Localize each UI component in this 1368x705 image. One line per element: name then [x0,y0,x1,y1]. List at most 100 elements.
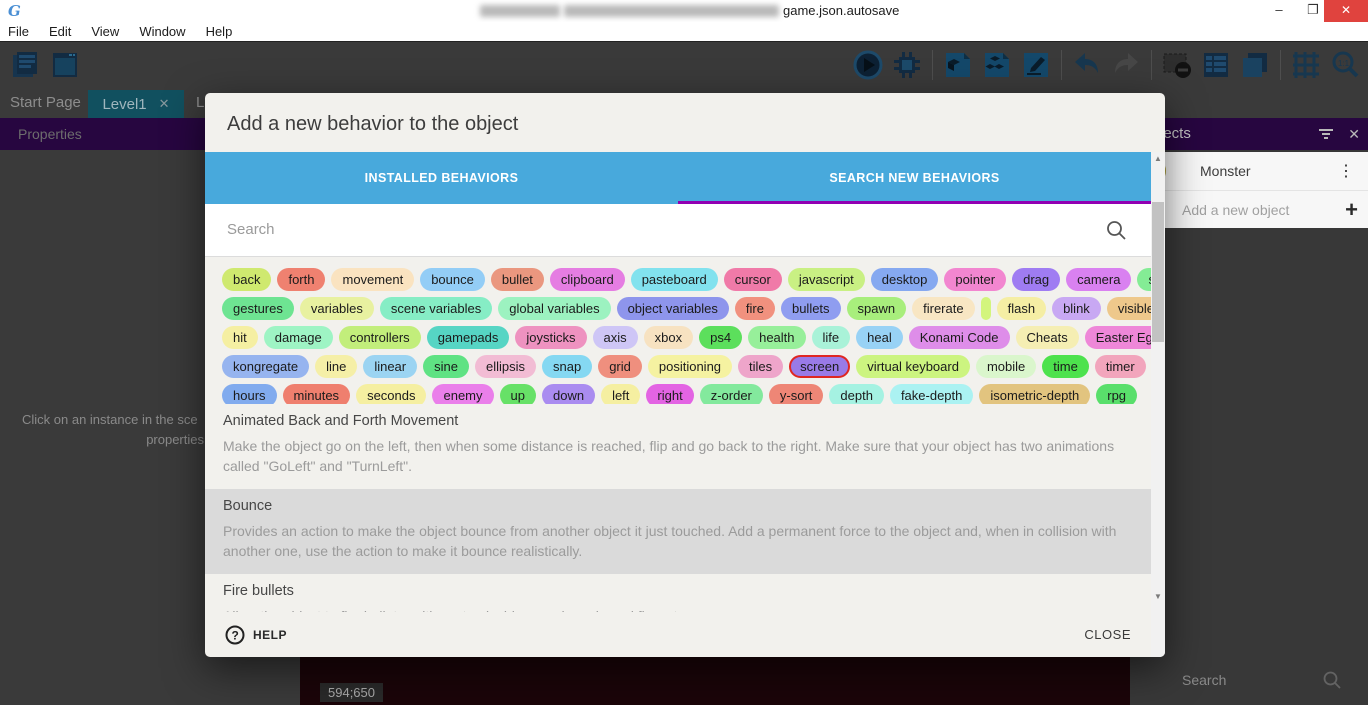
chip-depth[interactable]: depth [829,384,884,404]
chip-seconds[interactable]: seconds [356,384,426,404]
chip-easter-egg[interactable]: Easter Egg [1085,326,1151,349]
chip-xbox[interactable]: xbox [644,326,693,349]
chip-desktop[interactable]: desktop [871,268,939,291]
add-object-plus-icon[interactable]: + [1345,197,1358,223]
dialog-scrollbar[interactable]: ▲ ▼ [1151,152,1165,657]
close-window-button[interactable]: ✕ [1324,0,1368,22]
chip-joysticks[interactable]: joysticks [515,326,586,349]
play-icon[interactable] [851,48,885,82]
chip-line[interactable]: line [315,355,357,378]
help-button[interactable]: ? HELP [225,625,287,645]
chip-gamepads[interactable]: gamepads [427,326,510,349]
chip-health[interactable]: health [748,326,805,349]
chip-gestures[interactable]: gestures [222,297,294,320]
scene-canvas[interactable]: 594;650 [300,657,1130,705]
menu-help[interactable]: Help [206,24,233,39]
undo-icon[interactable] [1070,48,1104,82]
behavior-search-field[interactable]: Search [205,204,1151,257]
chip-cursor[interactable]: cursor [724,268,782,291]
grid-icon[interactable] [1289,48,1323,82]
chip-up[interactable]: up [500,384,536,404]
chip-screen[interactable]: screen [789,355,850,378]
chip-enemy[interactable]: enemy [432,384,493,404]
chip-kongregate[interactable]: kongregate [222,355,309,378]
instances-list-icon[interactable] [1199,48,1233,82]
chip-right[interactable]: right [646,384,693,404]
redo-icon[interactable] [1109,48,1143,82]
chip-life[interactable]: life [812,326,851,349]
tab-search-new-behaviors[interactable]: SEARCH NEW BEHAVIORS [678,152,1151,204]
tab-start-page[interactable]: Start Page [10,94,81,111]
chip-fake-depth[interactable]: fake-depth [890,384,973,404]
start-page-icon[interactable] [48,48,82,82]
chip-linear[interactable]: linear [363,355,417,378]
chip-z-order[interactable]: z-order [700,384,763,404]
chip-tiles[interactable]: tiles [738,355,783,378]
zoom-1-1-icon[interactable]: 1:1 [1328,48,1362,82]
chip-timer[interactable]: timer [1095,355,1146,378]
chip-controllers[interactable]: controllers [339,326,421,349]
tab-close-icon[interactable]: ✕ [159,96,170,112]
chip-down[interactable]: down [542,384,595,404]
chip-axis[interactable]: axis [593,326,638,349]
project-manager-icon[interactable] [8,48,42,82]
chip-scroll[interactable]: scroll [1137,268,1151,291]
panel-close-icon[interactable]: ✕ [1348,118,1360,150]
delete-instances-icon[interactable] [1160,48,1194,82]
tab-level1[interactable]: Level1 ✕ [88,90,184,118]
chip-visible[interactable]: visible [1107,297,1151,320]
chip-snap[interactable]: snap [542,355,592,378]
chip-fire[interactable]: fire [735,297,775,320]
tab-installed-behaviors[interactable]: INSTALLED BEHAVIORS [205,152,678,204]
chip-object-variables[interactable]: object variables [617,297,729,320]
chip-scene-variables[interactable]: scene variables [380,297,492,320]
chip-grid[interactable]: grid [598,355,642,378]
menu-window[interactable]: Window [139,24,185,39]
close-dialog-button[interactable]: CLOSE [1084,627,1131,642]
scrollbar-thumb[interactable] [1152,202,1164,342]
chip-back[interactable]: back [222,268,271,291]
chip-bullets[interactable]: bullets [781,297,841,320]
add-objects-icon[interactable] [980,48,1014,82]
chip-movement[interactable]: movement [331,268,414,291]
chip-heal[interactable]: heal [856,326,903,349]
chip-damage[interactable]: damage [264,326,333,349]
chip-cheats[interactable]: Cheats [1016,326,1079,349]
chip-blink[interactable]: blink [1052,297,1101,320]
chip-camera[interactable]: camera [1066,268,1131,291]
chip-spawn[interactable]: spawn [847,297,907,320]
chip-time[interactable]: time [1042,355,1089,378]
behavior-item[interactable]: BounceProvides an action to make the obj… [205,489,1151,574]
chip-global-variables[interactable]: global variables [498,297,610,320]
layers-icon[interactable] [1238,48,1272,82]
chip-rpg[interactable]: rpg [1096,384,1137,404]
chip-forth[interactable]: forth [277,268,325,291]
chip-pasteboard[interactable]: pasteboard [631,268,718,291]
chip-variables[interactable]: variables [300,297,374,320]
chip-minutes[interactable]: minutes [283,384,351,404]
menu-file[interactable]: File [8,24,29,39]
menu-edit[interactable]: Edit [49,24,71,39]
chip-firerate[interactable]: firerate [912,297,974,320]
object-row-monster[interactable]: Monster ⋮ [1130,152,1368,190]
chip-flash[interactable]: flash [997,297,1046,320]
menu-view[interactable]: View [91,24,119,39]
chip-ellipsis[interactable]: ellipsis [475,355,536,378]
minimize-button[interactable]: – [1262,0,1296,22]
chip-sine[interactable]: sine [423,355,469,378]
chip-clipboard[interactable]: clipboard [550,268,625,291]
chip-ps4[interactable]: ps4 [699,326,742,349]
chip-positioning[interactable]: positioning [648,355,732,378]
behavior-item[interactable]: Fire bulletsAllow the object to fire bul… [205,574,1151,612]
chip-konami-code[interactable]: Konami Code [909,326,1010,349]
add-object-row[interactable]: Add a new object + [1130,190,1368,228]
edit-scene-icon[interactable] [1019,48,1053,82]
object-menu-icon[interactable]: ⋮ [1338,161,1354,181]
chip-javascript[interactable]: javascript [788,268,865,291]
chip-hit[interactable]: hit [222,326,258,349]
chip-bullet[interactable]: bullet [491,268,544,291]
chip-bounce[interactable]: bounce [420,268,485,291]
add-object-icon[interactable] [941,48,975,82]
debug-icon[interactable] [890,48,924,82]
scroll-up-icon[interactable]: ▲ [1151,154,1165,163]
